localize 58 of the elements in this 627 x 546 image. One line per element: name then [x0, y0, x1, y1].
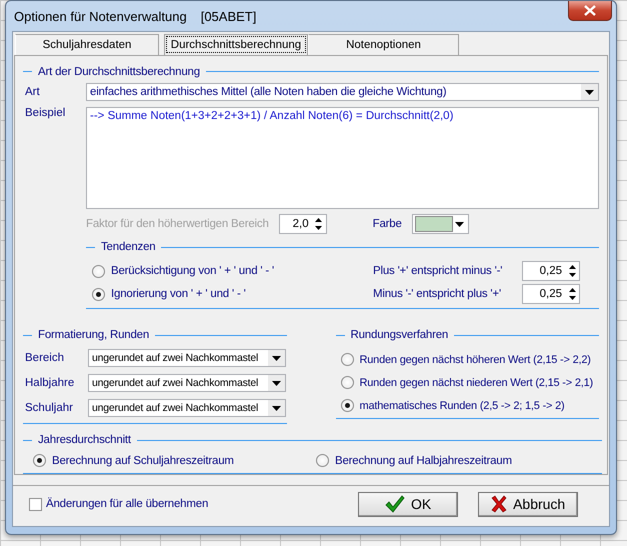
- select-field[interactable]: einfaches arithmethisches Mittel (alle Noten haben die gleiche Wichtung): [86, 83, 599, 102]
- radio-button[interactable]: [340, 399, 354, 412]
- radio-button[interactable]: [33, 454, 46, 468]
- example-text-area[interactable]: --> Summe Noten(1+3+2+2+3+1) / Anzahl Noten(6) = Durchschnitt(2,0): [86, 107, 599, 210]
- caret-icon: [272, 406, 281, 411]
- field-label: Bereich: [25, 352, 65, 364]
- window-document: [05ABET]: [200, 8, 256, 24]
- spin-field[interactable]: 0,25: [522, 284, 580, 304]
- close-icon: [584, 5, 596, 16]
- field-label: Art: [25, 86, 41, 98]
- section-legend: Rundungsverfahren: [350, 329, 448, 342]
- radio-label: Berücksichtigung von ' + ' und ' - ': [111, 265, 274, 278]
- select-field[interactable]: ungerundet auf zwei Nachkommastel: [88, 399, 286, 418]
- section-legend: Formatierung, Runden: [38, 329, 150, 342]
- tab[interactable]: Notenoptionen: [308, 34, 459, 55]
- tab[interactable]: Schuljahresdaten: [15, 34, 159, 55]
- field-label: Beispiel: [25, 107, 66, 120]
- radio-label: Berechnung auf Schuljahreszeitraum: [52, 454, 234, 467]
- dropdown-button[interactable]: [268, 350, 285, 366]
- checkbox[interactable]: [29, 498, 42, 510]
- dropdown-button[interactable]: [268, 400, 285, 416]
- cancel-button[interactable]: Abbruch: [478, 492, 578, 516]
- caret-icon: [454, 222, 464, 227]
- checkbox-label: Änderungen für alle übernehmen: [46, 498, 208, 510]
- radio-label: Runden gegen nächst niederen Wert (2,15 -> 2,1): [360, 376, 593, 389]
- radio-button[interactable]: [92, 288, 105, 301]
- radio-label: Berechnung auf Halbjahreszeitraum: [335, 454, 512, 467]
- radio-label: mathematisches Runden (2,5 -> 2; 1,5 -> 2): [360, 400, 564, 412]
- cross-icon: [491, 495, 508, 513]
- value-label: Minus '-' entspricht plus '+': [373, 288, 502, 300]
- color-label: Farbe: [372, 218, 402, 230]
- radio-label: Ignorierung von ' + ' und ' - ': [111, 288, 246, 300]
- close-button[interactable]: [568, 1, 612, 21]
- field-label: Schuljahr: [25, 402, 74, 414]
- radio-button[interactable]: [316, 454, 329, 468]
- section-legend: Tendenzen: [101, 241, 156, 254]
- ok-button[interactable]: OK: [358, 492, 458, 516]
- color-picker[interactable]: [412, 214, 469, 234]
- dropdown-button[interactable]: [581, 84, 598, 100]
- select-field[interactable]: ungerundet auf zwei Nachkommastel: [88, 349, 286, 368]
- caret-icon: [272, 356, 281, 361]
- value-label: Plus '+' entspricht minus '-': [373, 265, 504, 278]
- radio-button[interactable]: [340, 376, 354, 390]
- radio-label: Runden gegen nächst höheren Wert (2,15 -> 2,2): [360, 354, 591, 366]
- dropdown-button[interactable]: [268, 375, 285, 392]
- radio-button[interactable]: [340, 353, 354, 366]
- tab[interactable]: Durchschnittsberechnung: [164, 34, 308, 55]
- radio-button[interactable]: [92, 264, 105, 278]
- select-field[interactable]: ungerundet auf zwei Nachkommastel: [88, 374, 286, 392]
- section-legend: Jahresdurchschnitt: [38, 434, 131, 446]
- spin-field[interactable]: 0,25: [522, 261, 580, 282]
- caret-icon: [585, 90, 594, 95]
- section-legend: Art der Durchschnittsberechnung: [38, 66, 200, 78]
- check-icon: [385, 495, 406, 513]
- field-label: Halbjahre: [25, 377, 76, 390]
- factor-label: Faktor für den höherwertigen Bereich: [86, 218, 269, 230]
- caret-icon: [272, 380, 281, 386]
- window-title: Optionen für Notenverwaltung: [14, 8, 187, 24]
